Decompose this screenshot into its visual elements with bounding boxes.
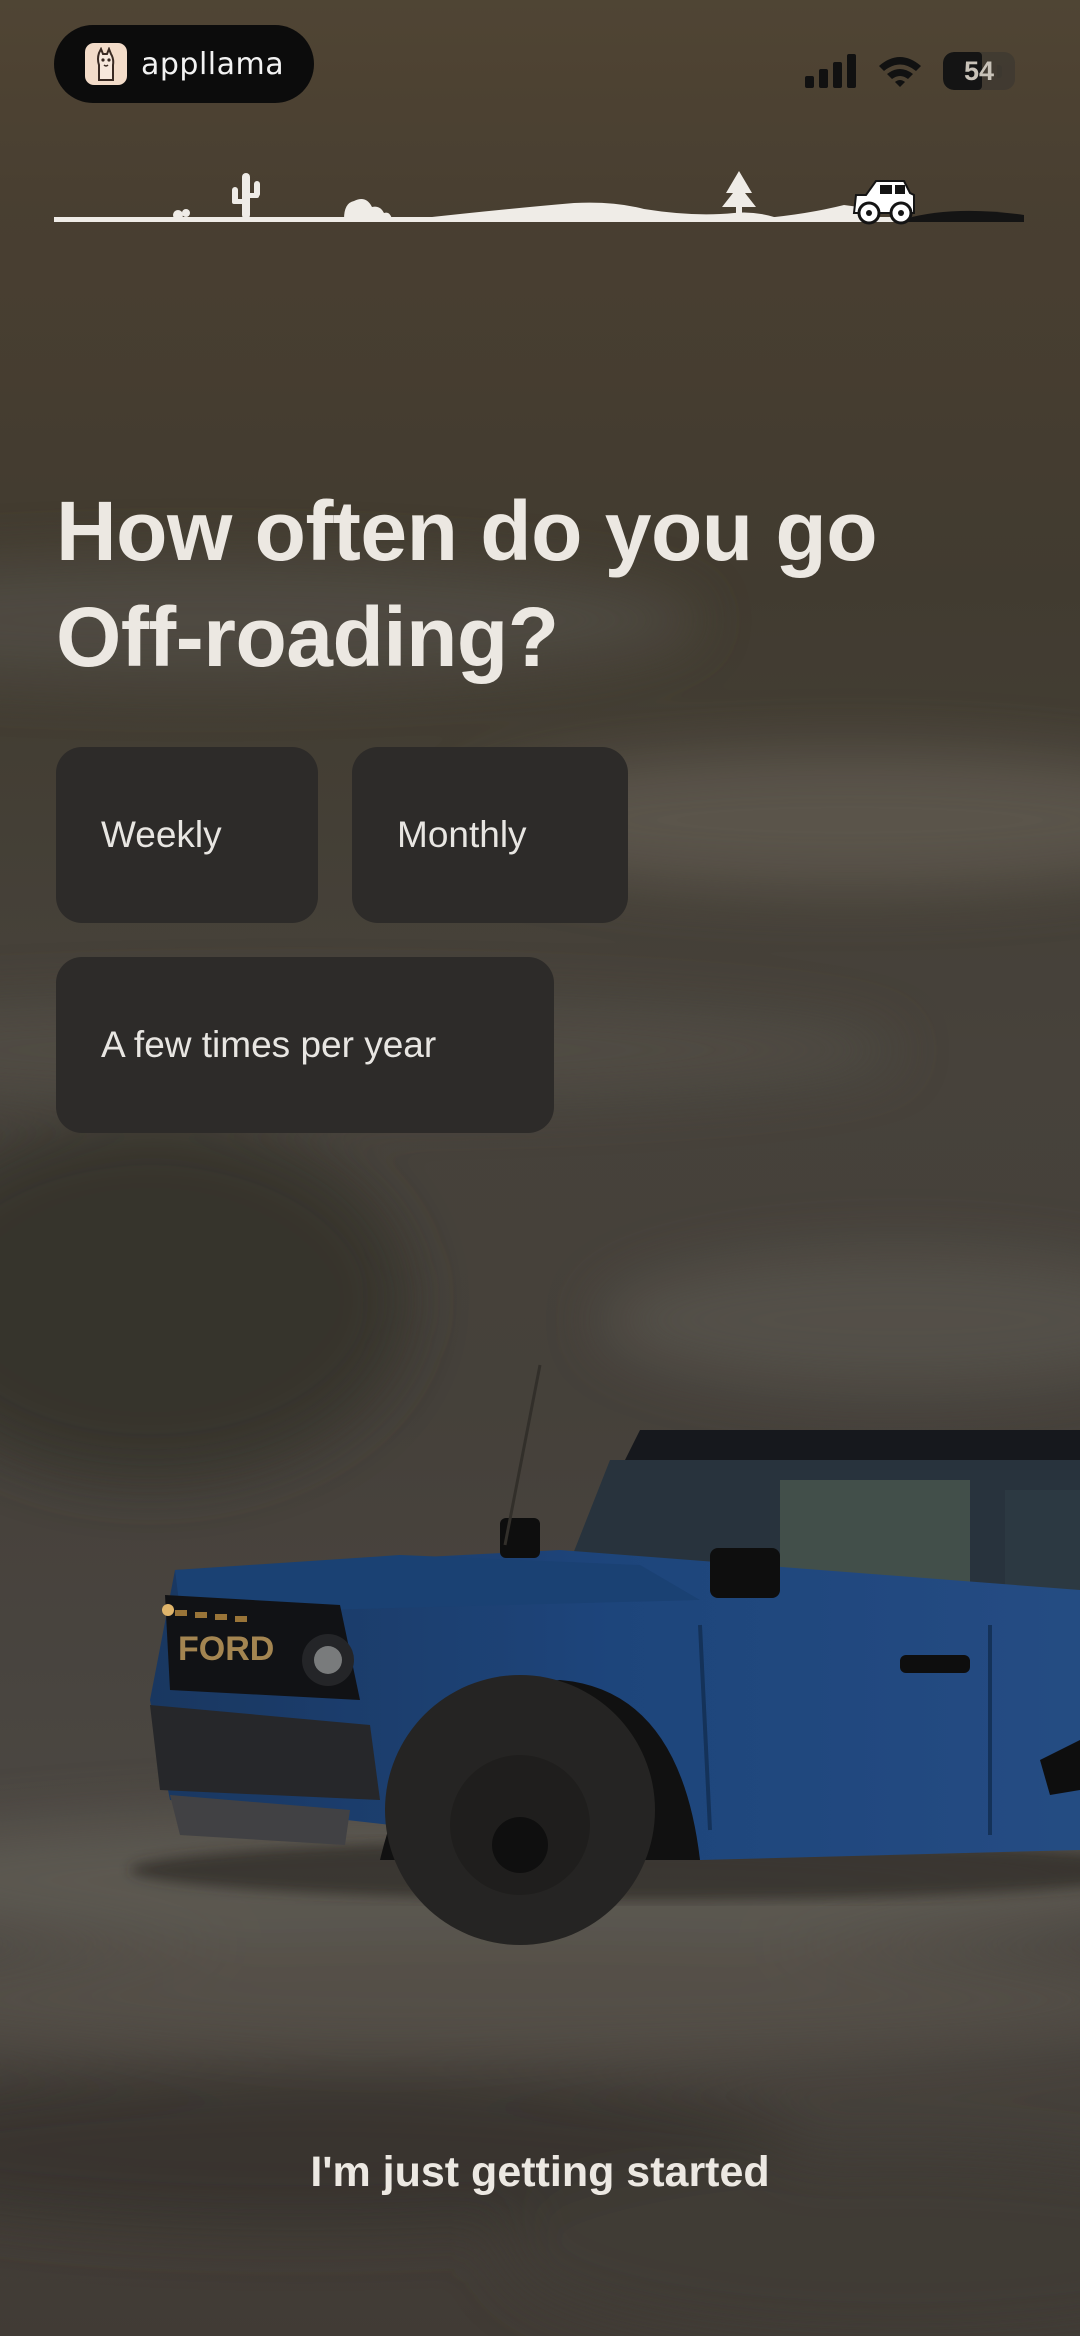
battery-icon: 54	[943, 52, 1015, 90]
option-label: Weekly	[101, 814, 222, 855]
off-road-truck-icon	[852, 180, 915, 225]
app-name: appllama	[141, 46, 285, 82]
option-weekly-button[interactable]: Weekly	[56, 747, 318, 923]
llama-logo-icon	[85, 43, 127, 85]
option-monthly-button[interactable]: Monthly	[352, 747, 628, 923]
option-few-times-per-year-button[interactable]: A few times per year	[56, 957, 554, 1133]
rock-icon	[344, 199, 392, 219]
option-label: A few times per year	[101, 1024, 437, 1065]
wifi-icon	[879, 57, 921, 87]
just-getting-started-link[interactable]: I'm just getting started	[0, 2148, 1080, 2197]
option-label: Monthly	[397, 814, 527, 855]
cactus-icon	[173, 173, 260, 220]
question-heading: How often do you go Off-roading?	[56, 478, 1016, 690]
question-line-1: How often do you go	[56, 484, 878, 578]
cellular-signal-icon	[805, 54, 856, 88]
progress-track	[54, 171, 1024, 225]
battery-level: 54	[963, 55, 995, 86]
app-badge[interactable]: appllama	[54, 25, 314, 103]
background-photo: FORD	[0, 0, 1080, 2336]
pine-tree-icon	[722, 171, 756, 217]
question-line-2: Off-roading?	[56, 590, 559, 684]
